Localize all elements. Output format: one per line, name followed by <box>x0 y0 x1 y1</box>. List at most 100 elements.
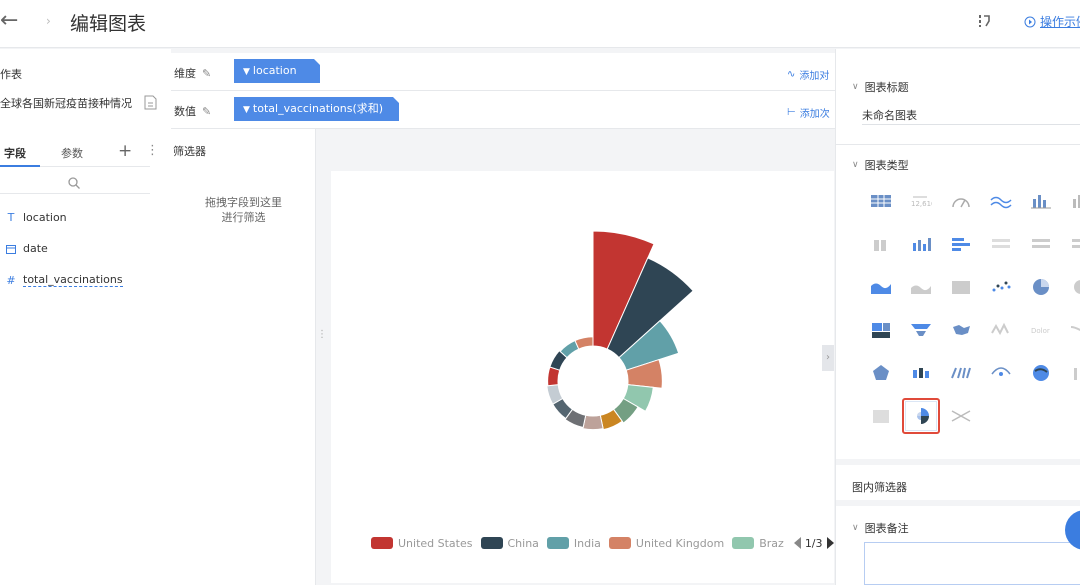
legend-item[interactable]: China <box>480 537 539 550</box>
tab-params[interactable]: 参数 <box>61 145 83 161</box>
tooltip-toggle-icon[interactable] <box>977 13 993 29</box>
more-vertical-icon[interactable]: ⋮ <box>146 143 159 158</box>
legend-item[interactable]: India <box>546 536 601 550</box>
table-icon[interactable] <box>862 183 900 219</box>
demo-link[interactable]: 操作示例 <box>1024 13 1080 30</box>
dimension-pill[interactable]: ▼ location <box>234 59 321 83</box>
horizontal-stacked-icon[interactable] <box>982 226 1020 262</box>
pie-icon[interactable] <box>1022 269 1060 305</box>
measure-pill[interactable]: ▼ total_vaccinations(求和) <box>234 97 400 121</box>
add-secondary-link[interactable]: ⊢ 添加次 <box>787 105 830 120</box>
horizontal-bar-3-icon[interactable] <box>1062 226 1080 262</box>
secondary-axis-icon: ⊢ <box>787 107 796 118</box>
flow-map-icon[interactable] <box>982 355 1020 391</box>
add-secondary-text: 添加次 <box>799 109 830 120</box>
measure-label: 数值 ✎ <box>174 103 211 119</box>
text-cloud-icon[interactable]: Dolor <box>1022 312 1060 348</box>
measure-shelf[interactable]: 数值 ✎ ▼ total_vaccinations(求和) ⊢ 添加次 <box>171 91 835 129</box>
legend-swatch <box>480 537 503 549</box>
dimension-shelf[interactable]: 维度 ✎ ▼ location ∿ 添加对 <box>171 53 835 91</box>
rose-pie-icon[interactable] <box>902 398 940 434</box>
number-icon[interactable]: 12,616 <box>902 183 940 219</box>
treemap-icon[interactable] <box>862 312 900 348</box>
inner-filter-section[interactable]: 图内筛选器 <box>836 459 1080 499</box>
remark-input[interactable] <box>864 542 1080 585</box>
divider <box>836 144 1080 145</box>
waterfall-icon-glyph <box>1074 368 1077 380</box>
breadcrumb-separator: › <box>46 14 51 28</box>
horizontal-bar-icon[interactable] <box>942 226 980 262</box>
field-name: date <box>23 242 48 255</box>
area-icon-glyph <box>871 283 891 294</box>
chord-icon[interactable] <box>942 398 980 434</box>
legend-item[interactable]: United Kingdom <box>608 537 724 550</box>
add-compare-text: 添加对 <box>799 71 830 82</box>
resize-handle[interactable]: ⋮ <box>317 329 327 340</box>
gauge-icon[interactable] <box>942 183 980 219</box>
waterfall-icon[interactable] <box>1062 355 1080 391</box>
field-item-location[interactable]: T location <box>6 211 67 224</box>
chevron-down-icon: ∨ <box>852 160 859 170</box>
radar-icon[interactable] <box>862 355 900 391</box>
number-type-icon: # <box>6 273 16 287</box>
grouped-column-icon[interactable] <box>862 226 900 262</box>
tab-fields[interactable]: 字段 <box>4 145 26 161</box>
globe-icon-glyph <box>1033 365 1049 381</box>
measure-pill-text: total_vaccinations(求和) <box>252 102 384 115</box>
pencil-icon[interactable]: ✎ <box>202 105 211 118</box>
legend-item[interactable]: United States <box>371 537 473 550</box>
scatter-icon[interactable] <box>982 269 1020 305</box>
stacked-column-icon[interactable] <box>902 226 940 262</box>
legend-swatch <box>608 537 631 549</box>
add-icon[interactable]: + <box>118 141 132 161</box>
pictorial-icon[interactable] <box>862 398 900 434</box>
selected-type-frame <box>905 401 937 431</box>
rose-slice[interactable] <box>582 414 604 431</box>
legend-next-icon[interactable] <box>826 537 834 549</box>
back-arrow-icon[interactable]: ← <box>0 10 24 34</box>
bar-icon[interactable] <box>1022 183 1060 219</box>
chart-title-input[interactable]: 未命名图表 <box>862 103 1080 125</box>
line-icon[interactable] <box>982 183 1020 219</box>
word-cloud-icon[interactable] <box>982 312 1020 348</box>
horizontal-bar-2-icon-glyph <box>1032 239 1050 248</box>
stacked-area-icon[interactable] <box>902 269 940 305</box>
field-search[interactable] <box>0 172 150 194</box>
map-icon[interactable] <box>942 312 980 348</box>
horizontal-bar-icon-glyph <box>952 238 970 251</box>
lines-icon[interactable] <box>942 355 980 391</box>
add-compare-link[interactable]: ∿ 添加对 <box>787 67 829 82</box>
remark-section[interactable]: ∨ 图表备注 <box>836 500 1080 540</box>
funnel-icon[interactable] <box>902 312 940 348</box>
chevron-down-icon: ▼ <box>243 67 250 77</box>
legend-swatch <box>732 537 755 549</box>
area-icon[interactable] <box>862 269 900 305</box>
dataset-name[interactable]: 全球各国新冠疫苗接种情况 <box>0 95 132 111</box>
document-icon[interactable] <box>144 95 157 110</box>
filter-hint-line1: 拖拽字段到这里 <box>205 196 282 209</box>
chart-type-section[interactable]: ∨ 图表类型 <box>852 157 909 173</box>
sankey-icon[interactable] <box>1062 312 1080 348</box>
rose-slice[interactable] <box>574 336 594 350</box>
legend-label: India <box>573 536 601 550</box>
field-item-total-vaccinations[interactable]: # total_vaccinations <box>6 273 123 287</box>
legend-prev-icon[interactable] <box>793 537 801 549</box>
collapse-right-handle[interactable]: › <box>822 345 834 371</box>
svg-text:Dolor: Dolor <box>1031 327 1050 335</box>
top-bar: ← › 编辑图表 操作示例 <box>0 0 1080 48</box>
boxplot-icon[interactable] <box>902 355 940 391</box>
horizontal-bar-2-icon[interactable] <box>1022 226 1060 262</box>
chart-type-label: 图表类型 <box>864 159 909 172</box>
filter-drop-zone[interactable]: 拖拽字段到这里 进行筛选 <box>171 195 316 225</box>
globe-icon[interactable] <box>1022 355 1060 391</box>
pie-more-icon[interactable] <box>1062 269 1080 305</box>
field-item-date[interactable]: date <box>6 242 48 255</box>
field-name: location <box>23 211 67 224</box>
pencil-icon[interactable]: ✎ <box>202 67 211 80</box>
rose-pie-chart[interactable] <box>331 171 834 511</box>
heat-icon[interactable] <box>942 269 980 305</box>
chart-title-section[interactable]: ∨ 图表标题 <box>852 79 909 95</box>
bar-more-icon[interactable] <box>1062 183 1080 219</box>
dimension-label-text: 维度 <box>174 67 196 80</box>
legend-item[interactable]: Braz <box>732 537 784 550</box>
